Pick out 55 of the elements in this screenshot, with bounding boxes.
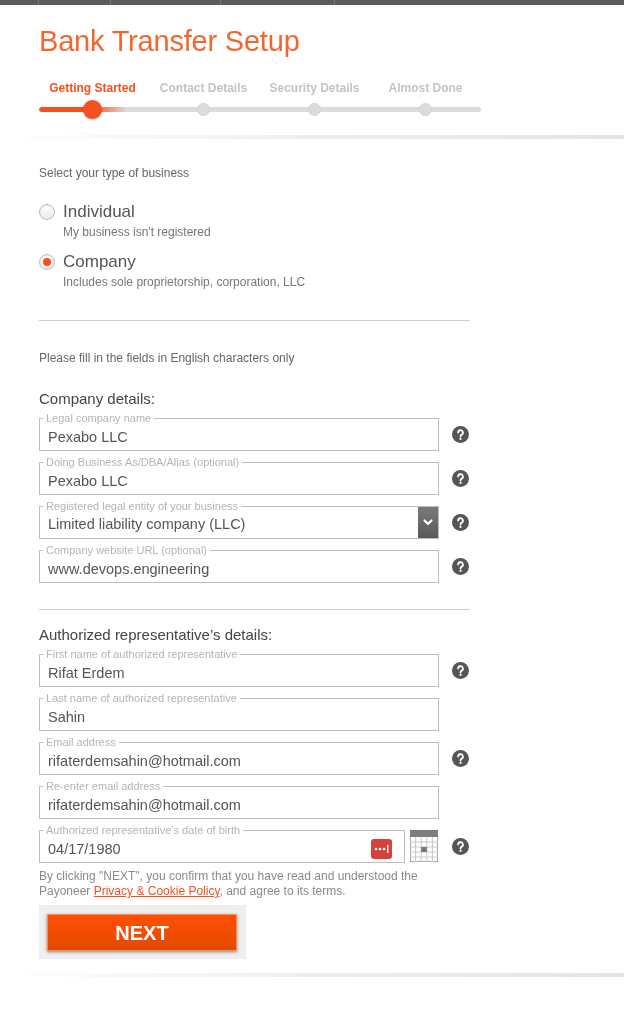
text-input[interactable]: rifaterdemsahin@hotmail.com [48, 748, 438, 774]
text-input[interactable]: Pexabo LLC [48, 468, 438, 494]
option-title[interactable]: Individual [63, 202, 135, 222]
radio-button[interactable] [39, 204, 55, 220]
help-icon[interactable] [452, 514, 469, 531]
field-label: Registered legal entity of your business [45, 500, 239, 512]
step-label: Security Details [268, 80, 361, 96]
text-field[interactable]: First name of authorized representative Rifat Erdem [39, 648, 439, 687]
date-field[interactable]: Authorized representative's date of birth 04/17/1980 [39, 824, 405, 863]
field-label: Re-enter email address [45, 780, 162, 792]
page-title: Bank Transfer Setup [39, 24, 301, 59]
chevron-down-icon[interactable] [418, 507, 438, 538]
ellipsis-icon[interactable] [371, 839, 392, 859]
privacy-policy-link[interactable]: Privacy & Cookie Policy [93, 884, 220, 898]
help-icon[interactable] [452, 470, 469, 487]
step-label: Almost Done [387, 80, 464, 96]
text-field[interactable]: Company website URL (optional) www.devops.engineering [39, 544, 439, 583]
field-label: Company website URL (optional) [45, 544, 208, 556]
step-label: Getting Started [48, 80, 137, 96]
instruction-text: Please fill in the fields in English characters only [39, 350, 296, 366]
business-type-prompt: Select your type of business [39, 165, 191, 181]
text-field[interactable]: Legal company name Pexabo LLC [39, 412, 439, 451]
section-heading: Authorized representative’s details: [39, 626, 274, 644]
option-description: Includes sole proprietorship, corporation, LLC [63, 274, 307, 290]
text-input[interactable]: Sahin [48, 704, 438, 730]
help-icon[interactable] [452, 426, 469, 443]
field-label: First name of authorized representative [45, 648, 239, 660]
field-label: Last name of authorized representative [45, 692, 238, 704]
text-input[interactable]: 04/17/1980 [48, 836, 371, 862]
dropdown[interactable]: Registered legal entity of your business Limited liability company (LLC) [39, 500, 439, 539]
option-title[interactable]: Company [63, 252, 136, 272]
text-field[interactable]: Doing Business As/DBA/Alias (optional) Pexabo LLC [39, 456, 439, 495]
step-label: Contact Details [158, 80, 249, 96]
help-icon[interactable] [452, 558, 469, 575]
field-label: Legal company name [45, 412, 153, 424]
text-field[interactable]: Email address rifaterdemsahin@hotmail.com [39, 736, 439, 775]
text-input[interactable]: rifaterdemsahin@hotmail.com [48, 792, 438, 818]
text-input[interactable]: Pexabo LLC [48, 424, 438, 450]
text-field[interactable]: Re-enter email address rifaterdemsahin@hotmail.com [39, 780, 439, 819]
field-label: Doing Business As/DBA/Alias (optional) [45, 456, 241, 468]
text-input[interactable]: www.devops.engineering [48, 556, 438, 582]
text-input[interactable]: Rifat Erdem [48, 660, 438, 686]
next-button[interactable]: NEXT [47, 914, 237, 951]
help-icon[interactable] [452, 750, 469, 767]
help-icon[interactable] [452, 838, 469, 855]
radio-button[interactable] [39, 254, 55, 270]
calendar-icon[interactable] [410, 830, 438, 862]
section-heading: Company details: [39, 390, 156, 408]
text-field[interactable]: Last name of authorized representative Sahin [39, 692, 439, 731]
consent-text: By clicking "NEXT", you confirm that you have read and understood the Payoneer Privacy & Cookie Policy, and agree to its terms. [39, 869, 419, 899]
help-icon[interactable] [452, 662, 469, 679]
field-label: Email address [45, 736, 117, 748]
option-description: My business isn't registered [63, 224, 212, 240]
field-label: Authorized representative's date of birth [45, 824, 242, 836]
select-input[interactable]: Limited liability company (LLC) [48, 512, 418, 538]
